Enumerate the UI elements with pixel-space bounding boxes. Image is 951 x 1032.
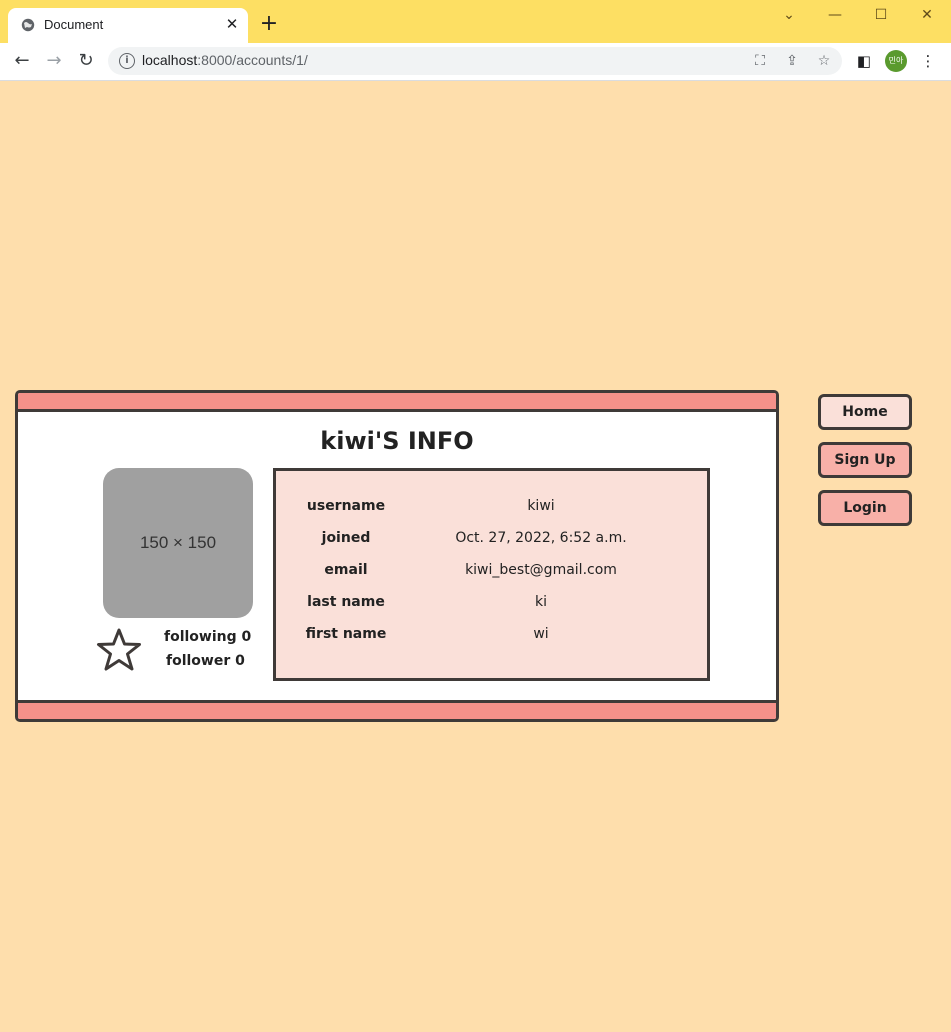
bookmark-star-icon[interactable]: ☆ <box>815 52 833 70</box>
profile-image-placeholder: 150 × 150 <box>103 468 253 618</box>
follower-label: follower <box>166 653 231 669</box>
site-info-icon[interactable]: i <box>119 53 135 69</box>
info-label: joined <box>321 530 371 546</box>
browser-titlebar: Document ✕ + ⌄ — ☐ ✕ <box>0 0 951 43</box>
forward-arrow-icon[interactable]: → <box>44 51 64 71</box>
card-top-band <box>18 393 776 412</box>
close-tab-icon[interactable]: ✕ <box>224 16 240 32</box>
account-info-table: username kiwi joined Oct. 27, 2022, 6:52… <box>273 468 710 681</box>
share-icon[interactable]: ⇪ <box>783 52 801 70</box>
profile-card: kiwi'S INFO 150 × 150 following 0 follow… <box>15 390 779 722</box>
info-value: ki <box>535 594 547 610</box>
maximize-icon[interactable]: ☐ <box>871 6 891 24</box>
reload-icon[interactable]: ↻ <box>76 51 96 71</box>
browser-tab[interactable]: Document ✕ <box>8 8 248 43</box>
following-number: 0 <box>241 629 252 645</box>
avatar-placeholder-text: 150 × 150 <box>139 533 217 552</box>
follow-star-icon[interactable] <box>96 628 142 672</box>
info-value: Oct. 27, 2022, 6:52 a.m. <box>455 530 627 546</box>
url-host: localhost <box>142 52 198 68</box>
back-arrow-icon[interactable]: ← <box>12 51 32 71</box>
side-panel-icon[interactable]: ◧ <box>855 52 873 70</box>
info-row-username: username kiwi <box>276 498 707 522</box>
info-label: last name <box>307 594 385 610</box>
info-row-last-name: last name ki <box>276 594 707 618</box>
follower-number: 0 <box>235 653 245 669</box>
profile-avatar[interactable]: 민아 <box>885 50 907 72</box>
following-label: following <box>164 629 237 645</box>
card-bottom-band <box>18 700 776 719</box>
page-title: kiwi'S INFO <box>320 427 474 455</box>
info-value: kiwi_best@gmail.com <box>465 562 617 578</box>
info-value: wi <box>533 626 549 642</box>
close-window-icon[interactable]: ✕ <box>917 6 937 24</box>
tab-title: Document <box>44 17 104 32</box>
info-label: first name <box>305 626 387 642</box>
minimize-icon[interactable]: — <box>825 6 845 24</box>
sign-up-button[interactable]: Sign Up <box>818 442 912 478</box>
tab-search-icon[interactable]: ⌄ <box>779 6 799 24</box>
follower-count: follower 0 <box>166 653 245 669</box>
home-button[interactable]: Home <box>818 394 912 430</box>
new-tab-icon[interactable]: + <box>259 13 279 35</box>
browser-toolbar: ← → ↻ i localhost:8000/accounts/1/ ⛶ ⇪ ☆… <box>0 43 951 81</box>
address-bar[interactable]: i localhost:8000/accounts/1/ ⛶ ⇪ ☆ <box>108 47 842 75</box>
url-text[interactable]: localhost:8000/accounts/1/ <box>142 52 308 68</box>
info-row-joined: joined Oct. 27, 2022, 6:52 a.m. <box>276 530 707 554</box>
info-row-first-name: first name wi <box>276 626 707 650</box>
following-count: following 0 <box>164 629 251 645</box>
translate-icon[interactable]: ⛶ <box>751 52 769 70</box>
url-path: :8000/accounts/1/ <box>197 52 308 68</box>
info-label: email <box>324 562 368 578</box>
globe-icon <box>21 18 35 32</box>
info-value: kiwi <box>527 498 555 514</box>
info-row-email: email kiwi_best@gmail.com <box>276 562 707 586</box>
menu-kebab-icon[interactable]: ⋮ <box>919 52 937 70</box>
login-button[interactable]: Login <box>818 490 912 526</box>
info-label: username <box>306 498 386 514</box>
